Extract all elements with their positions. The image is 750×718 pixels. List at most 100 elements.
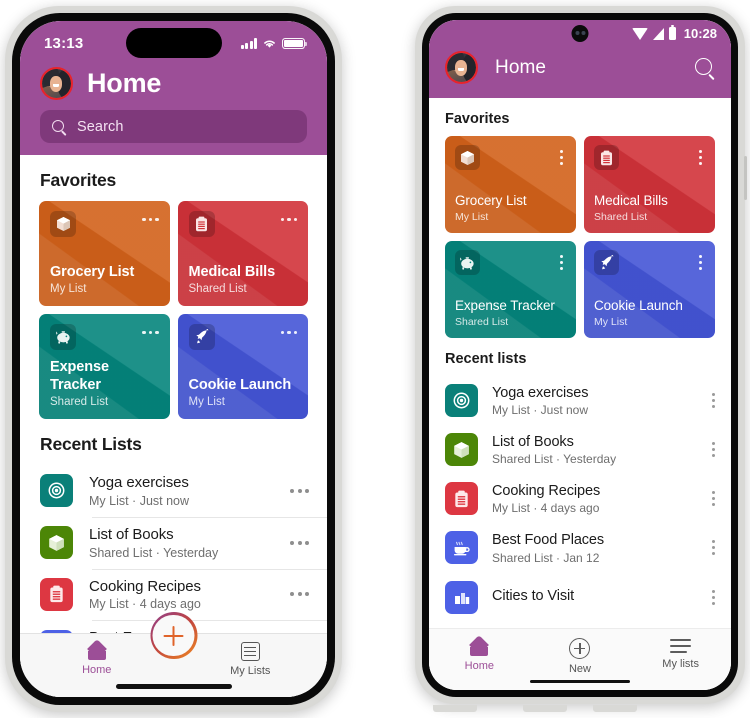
box-icon xyxy=(40,526,73,560)
plus-circle-icon xyxy=(569,638,591,659)
card-title: Expense Tracker xyxy=(455,297,555,313)
search-input[interactable]: Search xyxy=(40,110,307,143)
rocket-icon xyxy=(188,324,215,350)
list-item-overflow-menu[interactable] xyxy=(282,488,309,493)
list-item[interactable]: Cities to Visit xyxy=(429,573,731,622)
list-item-title: Yoga exercises xyxy=(89,474,189,491)
list-item-subtitle: My List · 4 days ago xyxy=(492,501,600,516)
card-subtitle: Shared List xyxy=(455,316,509,328)
tab-my-lists[interactable]: My Lists xyxy=(210,642,290,677)
ios-status-bar: 13:13 xyxy=(20,21,327,65)
card-overflow-menu[interactable] xyxy=(142,324,159,335)
list-item[interactable]: List of Books Shared List · Yesterday xyxy=(429,425,731,474)
android-status-time: 10:28 xyxy=(683,26,717,41)
battery-icon xyxy=(668,25,676,40)
list-icon xyxy=(240,642,260,661)
front-camera xyxy=(571,25,589,42)
list-item-title: List of Books xyxy=(89,525,174,543)
target-icon xyxy=(40,474,73,508)
list-item-overflow-menu[interactable] xyxy=(704,442,715,458)
tab-my-lists[interactable]: My lists xyxy=(641,638,721,670)
list-item[interactable]: Yoga exercises My List · Just now xyxy=(429,376,731,425)
list-item-overflow-menu[interactable] xyxy=(704,589,715,605)
ios-status-icons xyxy=(240,37,308,49)
iphone-device-frame: 13:13 Home Search Favorites Grocery List… xyxy=(5,6,342,712)
iphone-bezel: 13:13 Home Search Favorites Grocery List… xyxy=(12,13,335,705)
list-item[interactable]: List of Books Shared List · Yesterday xyxy=(20,516,327,569)
search-placeholder: Search xyxy=(77,118,124,135)
card-overflow-menu[interactable] xyxy=(559,145,566,165)
avatar[interactable] xyxy=(445,51,478,84)
iphone-screen: 13:13 Home Search Favorites Grocery List… xyxy=(20,21,327,697)
favorite-card[interactable]: Cookie Launch My List xyxy=(177,314,308,419)
card-subtitle: Shared List xyxy=(50,396,109,408)
recent-lists-heading: Recent lists xyxy=(445,351,527,367)
card-title: Grocery List xyxy=(50,263,135,280)
avatar[interactable] xyxy=(40,67,73,100)
recent-lists-heading: Recent Lists xyxy=(40,434,142,454)
card-title: Cookie Launch xyxy=(188,376,292,393)
tab-new[interactable]: New xyxy=(540,638,620,675)
list-item[interactable]: Yoga exercises My List · Just now xyxy=(20,465,327,517)
clipboard-icon xyxy=(445,482,478,516)
ios-recent-lists: Yoga exercises My List · Just now List o… xyxy=(20,465,327,633)
search-icon xyxy=(695,57,715,78)
android-app-bar: 10:28 Home xyxy=(429,20,731,98)
clipboard-icon xyxy=(40,577,73,611)
page-title: Home xyxy=(87,68,162,98)
tab-label: Home xyxy=(464,660,494,672)
card-overflow-menu[interactable] xyxy=(280,324,297,335)
coffee-icon xyxy=(445,531,478,565)
card-subtitle: Shared List xyxy=(188,283,247,295)
card-title: Expense Tracker xyxy=(50,359,109,393)
card-overflow-menu[interactable] xyxy=(698,250,705,270)
ios-content[interactable]: Favorites Grocery List My List Medical B… xyxy=(20,155,327,633)
favorite-card[interactable]: Medical Bills Shared List xyxy=(584,136,715,233)
android-bottom-nav: Home New My lists xyxy=(429,628,731,690)
list-item-title: List of Books xyxy=(492,434,574,451)
list-item-subtitle: My List · Just now xyxy=(89,493,190,508)
list-item-overflow-menu[interactable] xyxy=(282,540,309,545)
list-item-overflow-menu[interactable] xyxy=(704,393,715,409)
list-item-subtitle: My List · Just now xyxy=(492,403,589,418)
ios-tab-bar: Home My Lists xyxy=(20,612,327,697)
android-gesture-bar xyxy=(530,679,630,683)
add-new-fab[interactable] xyxy=(150,612,197,659)
list-item-overflow-menu[interactable] xyxy=(704,491,715,507)
search-button[interactable] xyxy=(695,57,715,78)
ios-status-time: 13:13 xyxy=(44,34,84,52)
target-icon xyxy=(445,384,478,418)
android-content[interactable]: Favorites Grocery List My List Medical B… xyxy=(429,98,731,628)
hamburger-icon xyxy=(670,638,692,654)
piggy-bank-icon xyxy=(455,250,480,275)
favorite-card[interactable]: Grocery List My List xyxy=(445,136,576,233)
card-subtitle: My List xyxy=(594,316,628,328)
list-item-subtitle: Shared List · Jan 12 xyxy=(492,550,600,565)
plus-icon xyxy=(163,625,184,646)
favorite-card[interactable]: Expense Tracker Shared List xyxy=(445,241,576,338)
card-overflow-menu[interactable] xyxy=(559,250,566,270)
favorite-card[interactable]: Expense Tracker Shared List xyxy=(39,314,170,419)
power-button xyxy=(744,156,747,200)
box-icon xyxy=(445,433,478,467)
card-overflow-menu[interactable] xyxy=(142,211,159,222)
card-overflow-menu[interactable] xyxy=(280,211,297,222)
city-icon xyxy=(445,580,478,614)
ios-home-indicator xyxy=(115,684,232,689)
tab-home[interactable]: Home xyxy=(57,642,137,676)
list-item-subtitle: Shared List · Yesterday xyxy=(89,545,219,560)
favorite-card[interactable]: Medical Bills Shared List xyxy=(177,201,308,306)
tab-label: New xyxy=(568,663,591,675)
favorite-card[interactable]: Cookie Launch My List xyxy=(584,241,715,338)
list-item-overflow-menu[interactable] xyxy=(704,540,715,556)
list-item[interactable]: Cooking Recipes My List · 4 days ago xyxy=(429,474,731,523)
search-icon xyxy=(52,119,66,134)
list-item[interactable]: Best Food Places Shared List · Jan 12 xyxy=(429,523,731,572)
android-device-frame: 10:28 Home Favorites Grocery List My Lis… xyxy=(415,6,747,712)
list-item-overflow-menu[interactable] xyxy=(282,592,309,597)
android-screen: 10:28 Home Favorites Grocery List My Lis… xyxy=(429,20,731,690)
favorite-card[interactable]: Grocery List My List xyxy=(39,201,170,306)
piggy-bank-icon xyxy=(50,324,76,350)
tab-home[interactable]: Home xyxy=(439,638,519,672)
card-overflow-menu[interactable] xyxy=(698,145,705,165)
